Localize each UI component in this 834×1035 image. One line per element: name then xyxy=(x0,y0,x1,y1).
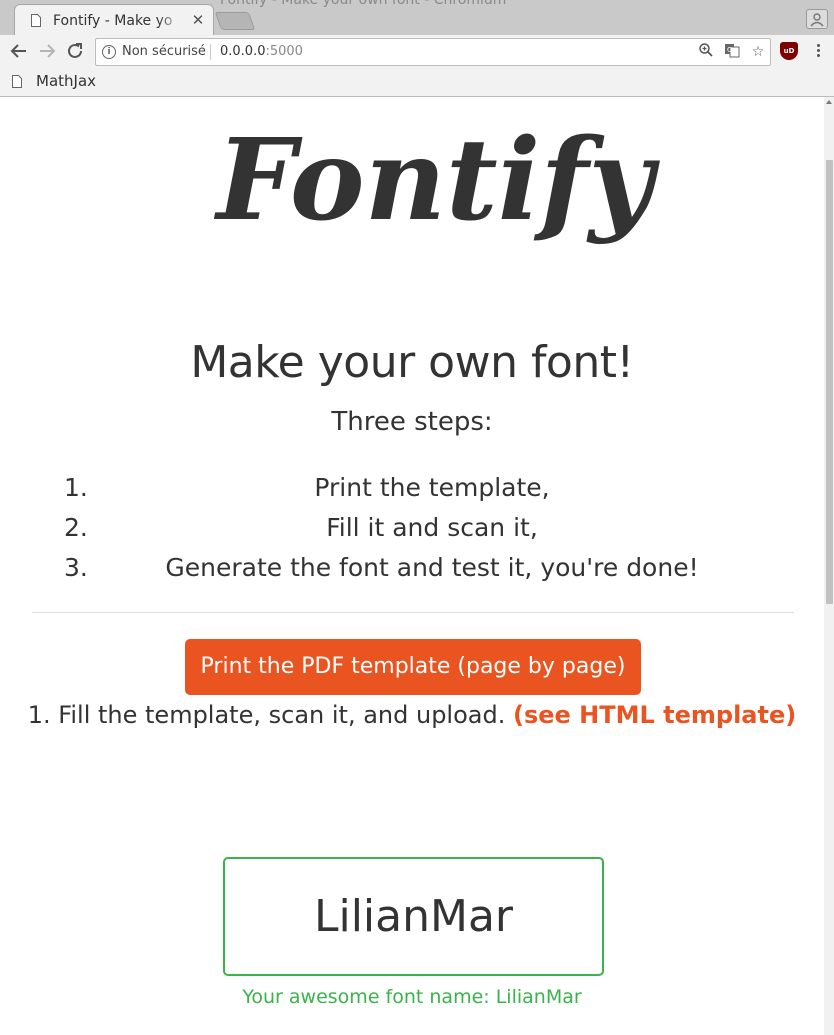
page-icon xyxy=(31,14,41,27)
fontify-logo: Fontify xyxy=(150,107,720,262)
url-text[interactable]: 0.0.0.0:5000 xyxy=(220,39,303,65)
star-icon[interactable]: ☆ xyxy=(748,42,768,62)
page-subtitle: Three steps: xyxy=(331,407,493,437)
steps-list: 1. Print the template, 2. Fill it and sc… xyxy=(0,473,824,593)
list-item: 2. Fill it and scan it, xyxy=(0,513,824,553)
scroll-up-arrow-icon[interactable] xyxy=(826,100,832,104)
page-title: Make your own font! xyxy=(190,337,634,388)
browser-tab[interactable]: Fontify - Make yo ✕ xyxy=(14,4,214,37)
address-bar[interactable]: i Non sécurisé 0.0.0.0:5000 G ☆ xyxy=(95,38,771,66)
menu-icon[interactable] xyxy=(810,42,826,60)
scrollbar-thumb[interactable] xyxy=(826,160,833,604)
browser-titlebar: Fontify - Make your own font - Chromium … xyxy=(0,0,834,37)
page-icon xyxy=(12,75,22,88)
divider xyxy=(32,612,794,613)
omnibox-separator xyxy=(210,44,211,60)
bookmarks-bar: MathJax xyxy=(0,68,834,97)
forward-arrow-icon[interactable] xyxy=(36,40,58,62)
zoom-icon[interactable] xyxy=(696,42,716,62)
ublock-icon[interactable]: uD xyxy=(780,42,798,60)
html-template-link[interactable]: (see HTML template) xyxy=(513,701,796,729)
security-label[interactable]: Non sécurisé xyxy=(122,39,206,65)
list-item: 1. Print the template, xyxy=(0,473,824,513)
info-icon[interactable]: i xyxy=(102,45,116,59)
font-name-field[interactable]: LilianMar xyxy=(223,857,604,976)
window-title: Fontify - Make your own font - Chromium xyxy=(220,0,507,8)
new-tab-button[interactable] xyxy=(214,12,256,30)
bookmark-mathjax[interactable]: MathJax xyxy=(36,72,96,90)
url-host: 0.0.0.0 xyxy=(220,44,266,59)
url-port: :5000 xyxy=(265,44,303,59)
back-arrow-icon[interactable] xyxy=(8,40,30,62)
translate-icon[interactable]: G xyxy=(722,42,742,62)
profile-icon[interactable] xyxy=(806,9,828,29)
step-text: Fill it and scan it, xyxy=(326,513,538,542)
logo-text: Fontify xyxy=(213,115,660,246)
tab-title: Fontify - Make yo xyxy=(53,13,173,29)
svg-text:G: G xyxy=(727,46,732,54)
fill-instruction-text: 1. Fill the template, scan it, and uploa… xyxy=(27,701,506,729)
close-icon[interactable]: ✕ xyxy=(189,11,207,29)
page-viewport: Fontify Make your own font! Three steps:… xyxy=(0,97,824,1035)
step-text: Generate the font and test it, you're do… xyxy=(165,553,699,582)
step-text: Print the template, xyxy=(314,473,550,502)
fill-instruction: 1. Fill the template, scan it, and uploa… xyxy=(0,701,824,729)
print-pdf-template-button[interactable]: Print the PDF template (page by page) xyxy=(185,639,641,695)
font-name-caption: Your awesome font name: LilianMar xyxy=(242,986,582,1008)
reload-icon[interactable] xyxy=(64,40,86,62)
list-item: 3. Generate the font and test it, you're… xyxy=(0,553,824,593)
browser-toolbar: i Non sécurisé 0.0.0.0:5000 G ☆ uD xyxy=(0,35,834,68)
